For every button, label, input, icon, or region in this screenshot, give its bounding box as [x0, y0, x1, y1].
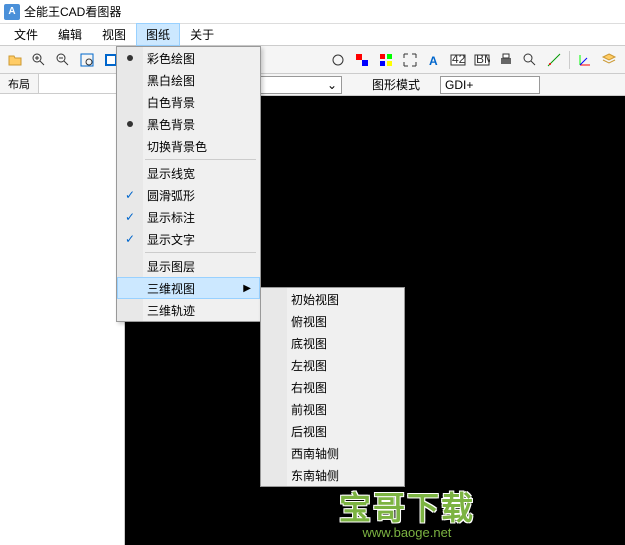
- menu-item-smooth-arc[interactable]: ✓圆滑弧形: [117, 184, 260, 206]
- svg-text:BMP: BMP: [476, 52, 490, 66]
- find-icon[interactable]: [519, 49, 541, 71]
- color-icon[interactable]: [351, 49, 373, 71]
- menu-item-color-draw[interactable]: 彩色绘图: [117, 47, 260, 69]
- text-icon[interactable]: A: [423, 49, 445, 71]
- menu-item-show-text[interactable]: ✓显示文字: [117, 228, 260, 250]
- check-icon: ✓: [125, 188, 135, 202]
- menu-item-toggle-bg[interactable]: 切换背景色: [117, 135, 260, 157]
- window-title: 全能王CAD看图器: [24, 3, 121, 20]
- measure-icon[interactable]: [543, 49, 565, 71]
- mode-label: 图形模式: [372, 76, 420, 93]
- submenu-right-view[interactable]: 右视图: [261, 376, 404, 398]
- menu-item-white-bg[interactable]: 白色背景: [117, 91, 260, 113]
- submenu-front-view[interactable]: 前视图: [261, 398, 404, 420]
- mode-select[interactable]: GDI+: [440, 76, 540, 94]
- tab-layout[interactable]: 布局: [0, 74, 39, 93]
- sidebar: 布局: [0, 74, 125, 545]
- menu-item-3d-orbit[interactable]: 三维轨迹: [117, 299, 260, 321]
- bmp-icon[interactable]: BMP: [471, 49, 493, 71]
- menu-item-3d-view[interactable]: 三维视图▶: [117, 277, 260, 299]
- circle-icon[interactable]: [327, 49, 349, 71]
- submenu-top-view[interactable]: 俯视图: [261, 310, 404, 332]
- sidebar-tabs: 布局: [0, 74, 124, 94]
- zoom-out-icon[interactable]: [52, 49, 74, 71]
- menu-item-show-dim[interactable]: ✓显示标注: [117, 206, 260, 228]
- menu-item-show-layers[interactable]: 显示图层: [117, 255, 260, 277]
- menu-separator: [145, 159, 256, 160]
- menu-item-lineweight[interactable]: 显示线宽: [117, 162, 260, 184]
- menu-view[interactable]: 视图: [92, 23, 136, 46]
- menu-bar: 文件 编辑 视图 图纸 关于: [0, 24, 625, 46]
- title-bar: A 全能王CAD看图器: [0, 0, 625, 24]
- check-icon: ✓: [125, 210, 135, 224]
- menu-item-bw-draw[interactable]: 黑白绘图: [117, 69, 260, 91]
- zoom-window-icon[interactable]: [76, 49, 98, 71]
- menu-item-black-bg[interactable]: 黑色背景: [117, 113, 260, 135]
- toolbar: A 42 BMP: [0, 46, 625, 74]
- menu-paper[interactable]: 图纸: [136, 23, 180, 46]
- radio-icon: [127, 121, 133, 127]
- submenu-se-iso[interactable]: 东南轴侧: [261, 464, 404, 486]
- app-icon: A: [4, 4, 20, 20]
- menu-about[interactable]: 关于: [180, 23, 224, 46]
- submenu-arrow-icon: ▶: [243, 283, 251, 294]
- axis-icon[interactable]: [574, 49, 596, 71]
- zoom-in-icon[interactable]: [28, 49, 50, 71]
- menu-file[interactable]: 文件: [4, 23, 48, 46]
- menu-separator: [145, 252, 256, 253]
- menu-edit[interactable]: 编辑: [48, 23, 92, 46]
- radio-icon: [127, 55, 133, 61]
- submenu-back-view[interactable]: 后视图: [261, 420, 404, 442]
- palette-icon[interactable]: [375, 49, 397, 71]
- submenu-left-view[interactable]: 左视图: [261, 354, 404, 376]
- expand-icon[interactable]: [399, 49, 421, 71]
- open-icon[interactable]: [4, 49, 26, 71]
- submenu-initial-view[interactable]: 初始视图: [261, 288, 404, 310]
- svg-text:42: 42: [452, 52, 466, 66]
- separator: [569, 51, 570, 69]
- layers-icon[interactable]: [598, 49, 620, 71]
- mode-value: GDI+: [445, 78, 473, 92]
- print-icon[interactable]: [495, 49, 517, 71]
- 3d-view-submenu: 初始视图 俯视图 底视图 左视图 右视图 前视图 后视图 西南轴侧 东南轴侧: [260, 287, 405, 487]
- check-icon: ✓: [125, 232, 135, 246]
- submenu-bottom-view[interactable]: 底视图: [261, 332, 404, 354]
- submenu-sw-iso[interactable]: 西南轴侧: [261, 442, 404, 464]
- dwg-icon[interactable]: 42: [447, 49, 469, 71]
- svg-text:A: A: [429, 54, 438, 68]
- paper-dropdown-menu: 彩色绘图 黑白绘图 白色背景 黑色背景 切换背景色 显示线宽 ✓圆滑弧形 ✓显示…: [116, 46, 261, 322]
- chevron-down-icon: ⌄: [327, 78, 337, 92]
